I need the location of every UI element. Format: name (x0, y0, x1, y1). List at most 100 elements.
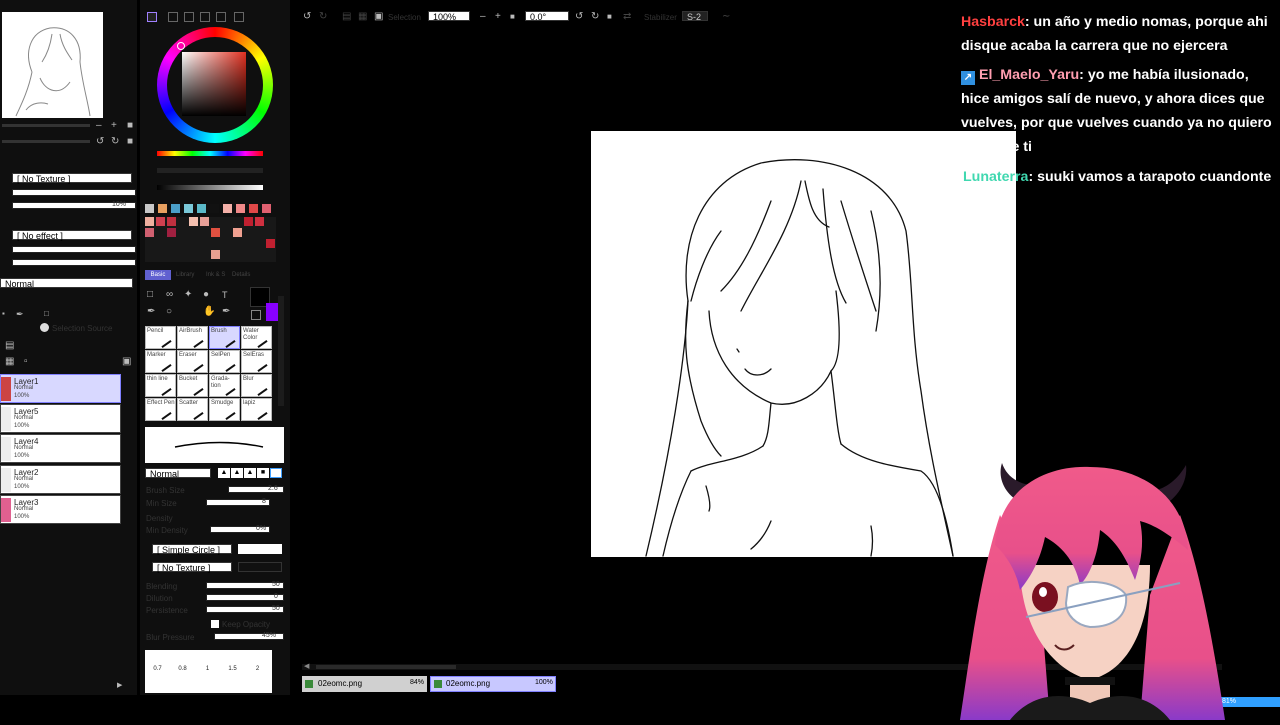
texture-select[interactable]: [ No Texture ] (12, 173, 132, 184)
effect-width-bar[interactable] (12, 246, 136, 253)
shape-triangle-icon[interactable]: ▲ (231, 468, 243, 478)
color-swatch[interactable] (171, 204, 180, 213)
reset-rotate-icon[interactable]: ■ (127, 137, 133, 147)
blend-mode-select[interactable]: Normal (0, 278, 133, 289)
tool-tab-library[interactable]: Library (176, 272, 194, 278)
size-preset[interactable]: 0.8 (170, 660, 195, 679)
grid-swatch[interactable] (145, 228, 154, 237)
show-selection-icon[interactable]: ▣ (374, 12, 383, 22)
palette-mode-button[interactable] (234, 12, 244, 22)
swatch-mode-button[interactable] (200, 12, 210, 22)
color-swatch[interactable] (262, 204, 271, 213)
tool-button[interactable]: Bucket (177, 374, 208, 397)
stabilizer-select[interactable]: S-2 (682, 11, 708, 22)
tool-button[interactable]: Water Color (241, 326, 272, 349)
scrollbar-thumb[interactable] (316, 665, 456, 669)
tool-button[interactable]: Brush (209, 326, 240, 349)
scratchpad-mode-button[interactable] (216, 12, 226, 22)
color-swatch[interactable] (184, 204, 193, 213)
hand-tool-icon[interactable]: ✋ (203, 307, 215, 317)
tool-tab-basic[interactable]: Basic (145, 270, 171, 280)
text-tool-icon[interactable]: T (222, 290, 228, 300)
navigator-rotate-slider[interactable] (2, 140, 90, 143)
layer-item[interactable]: Layer1 Normal 100% (0, 374, 121, 403)
new-layer-icon[interactable]: ▤ (5, 341, 14, 351)
scroll-right-icon[interactable]: ▶ (117, 681, 122, 691)
grid-swatch[interactable] (156, 217, 165, 226)
texture-scale-bar[interactable] (12, 189, 136, 196)
min-size-slider[interactable] (206, 499, 270, 506)
fit-view-icon[interactable]: ■ (127, 121, 133, 131)
grid-swatch[interactable] (145, 217, 154, 226)
layer-item[interactable]: Layer2 Normal 100% (0, 465, 121, 494)
scroll-left-icon[interactable]: ◀ (304, 662, 309, 670)
color-swatch[interactable] (249, 204, 258, 213)
grid-swatch[interactable] (167, 228, 176, 237)
hue-slider[interactable] (157, 151, 263, 156)
color-grid[interactable] (145, 217, 276, 262)
rotate-right-icon[interactable]: ↻ (111, 137, 119, 147)
angle-select[interactable]: 0.0° (525, 11, 569, 22)
saturation-slider[interactable] (157, 168, 263, 173)
brush-shape-select[interactable]: [ Simple Circle ] (152, 544, 232, 555)
effect-select[interactable]: [ No effect ] (12, 230, 132, 241)
rotate-reset-icon[interactable]: ■ (607, 12, 612, 22)
invert-selection-icon[interactable]: ▦ (358, 12, 367, 22)
deselect-icon[interactable]: ▤ (342, 12, 351, 22)
flip-icon[interactable]: ⇄ (623, 12, 631, 22)
zoom-reset-icon[interactable]: ■ (510, 12, 515, 22)
shape-square-icon[interactable]: ■ (257, 468, 269, 478)
redo-icon[interactable]: ↻ (319, 12, 327, 22)
hsv-mode-button[interactable] (184, 12, 194, 22)
rotate-cw-icon[interactable]: ↻ (591, 12, 599, 22)
tool-tab-ink[interactable]: Ink & S (206, 272, 225, 278)
tool-button[interactable]: Eraser (177, 350, 208, 373)
undo-icon[interactable]: ↺ (303, 12, 311, 22)
tool-button[interactable]: Marker (145, 350, 176, 373)
shape-triangle-icon[interactable]: ▲ (244, 468, 256, 478)
layer-folder-icon[interactable]: ▣ (122, 357, 131, 367)
brush-texture-select[interactable]: [ No Texture ] (152, 562, 232, 573)
pin-icon[interactable]: ▪ (2, 309, 5, 319)
lock-icon[interactable]: □ (44, 309, 49, 319)
layer-item[interactable]: Layer3 Normal 100% (0, 495, 121, 524)
keep-opacity-checkbox[interactable] (211, 620, 219, 628)
grid-swatch[interactable] (189, 217, 198, 226)
dilution-slider[interactable] (206, 594, 284, 601)
grid-swatch[interactable] (244, 217, 253, 226)
shape-triangle-icon[interactable]: ▲ (218, 468, 230, 478)
tool-button[interactable]: AirBrush (177, 326, 208, 349)
color-swatch[interactable] (223, 204, 232, 213)
document-tab[interactable]: 02eomc.png 84% (302, 676, 427, 692)
grid-swatch[interactable] (266, 239, 275, 248)
color-swatch[interactable] (236, 204, 245, 213)
zoom-tool-icon[interactable]: ○ (166, 307, 172, 317)
size-preset[interactable]: 1 (195, 660, 220, 679)
rgb-mode-button[interactable] (168, 12, 178, 22)
size-preset[interactable]: 1.5 (220, 660, 245, 679)
color-swatch[interactable] (158, 204, 167, 213)
grid-swatch[interactable] (211, 228, 220, 237)
layer-item[interactable]: Layer5 Normal 100% (0, 404, 121, 433)
trash-icon[interactable]: ▫ (24, 357, 28, 367)
pen-pressure-icon[interactable]: ✒ (16, 309, 24, 319)
tool-button[interactable]: Smudge (209, 398, 240, 421)
navigator-thumbnail[interactable] (2, 12, 103, 118)
rotate-left-icon[interactable]: ↺ (96, 137, 104, 147)
antialias-icon[interactable]: ∼ (722, 12, 730, 22)
tool-button[interactable]: Effect Pen (145, 398, 176, 421)
brush-mode-select[interactable]: Normal (145, 468, 211, 479)
rotate-ccw-icon[interactable]: ↺ (575, 12, 583, 22)
saturation-value-square[interactable] (182, 52, 246, 116)
effect-strength-bar[interactable] (12, 259, 136, 266)
tool-button[interactable]: Pencil (145, 326, 176, 349)
tool-button[interactable]: Scatter (177, 398, 208, 421)
grid-swatch[interactable] (200, 217, 209, 226)
zoom-out-icon[interactable]: – (480, 12, 486, 22)
size-preset[interactable]: 0.7 (145, 660, 170, 679)
zoom-select[interactable]: 100% (428, 11, 470, 22)
grid-swatch[interactable] (211, 250, 220, 259)
zoom-out-icon[interactable]: – (96, 121, 102, 131)
tool-button[interactable]: thin line (145, 374, 176, 397)
color-swatch[interactable] (210, 204, 219, 213)
